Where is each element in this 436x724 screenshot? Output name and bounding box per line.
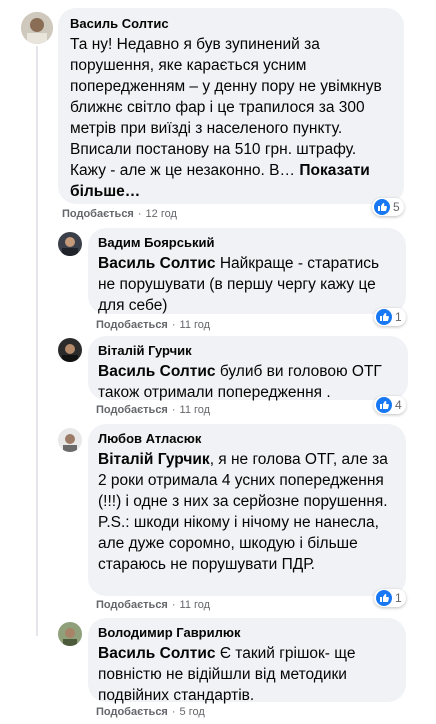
reaction-number: 1	[395, 310, 402, 324]
comment-author[interactable]: Василь Солтис	[70, 16, 392, 31]
comment-actions: Подобається · 11 год	[96, 319, 211, 331]
timestamp[interactable]: 11 год	[180, 319, 211, 331]
comment-text: , я не голова ОТГ, але за 2 роки отримал…	[98, 451, 388, 573]
comment-4: Любов Атласюк Віталій Гурчик, я не голов…	[0, 424, 436, 616]
comment-3: Віталій Гурчик Василь Солтис булиб ви го…	[0, 336, 436, 420]
avatar[interactable]	[58, 428, 82, 452]
comment-2: Вадим Боярський Василь Солтис Найкраще -…	[0, 228, 436, 336]
comment-1: Василь Солтис Та ну! Недавно я був зупин…	[0, 0, 436, 230]
comment-actions: Подобається · 12 год	[62, 208, 177, 220]
reaction-number: 5	[393, 200, 400, 214]
comment-bubble: Вадим Боярський Василь Солтис Найкраще -…	[88, 228, 406, 314]
comment-bubble: Любов Атласюк Віталій Гурчик, я не голов…	[88, 424, 406, 596]
comment-5: Володимир Гаврилюк Василь Солтис Є такий…	[0, 618, 436, 724]
comment-bubble: Володимир Гаврилюк Василь Солтис Є такий…	[88, 618, 406, 704]
comment-actions: Подобається · 5 год	[96, 706, 205, 718]
reaction-count[interactable]: 5	[372, 198, 404, 216]
like-button[interactable]: Подобається	[96, 599, 168, 611]
like-icon	[376, 309, 392, 325]
mention-link[interactable]: Василь Солтис	[98, 645, 216, 662]
like-button[interactable]: Подобається	[96, 404, 168, 416]
timestamp[interactable]: 5 год	[180, 706, 205, 718]
comment-text: Та ну! Недавно я був зупинений за поруше…	[70, 36, 386, 179]
timestamp[interactable]: 11 год	[180, 404, 211, 416]
comment-author[interactable]: Віталій Гурчик	[98, 343, 398, 358]
comment-author[interactable]: Володимир Гаврилюк	[98, 625, 396, 640]
mention-link[interactable]: Віталій Гурчик	[98, 451, 210, 468]
comment-actions: Подобається · 11 год	[96, 404, 211, 416]
avatar[interactable]	[58, 232, 82, 256]
mention-link[interactable]: Василь Солтис	[98, 255, 216, 272]
timestamp[interactable]: 11 год	[180, 599, 211, 611]
comment-actions: Подобається · 11 год	[96, 599, 211, 611]
like-button[interactable]: Подобається	[96, 706, 168, 718]
comment-bubble: Віталій Гурчик Василь Солтис булиб ви го…	[88, 336, 408, 401]
reaction-count[interactable]: 1	[374, 308, 406, 326]
like-icon	[376, 397, 392, 413]
reaction-number: 4	[395, 398, 402, 412]
like-button[interactable]: Подобається	[96, 319, 168, 331]
reaction-count[interactable]: 4	[374, 396, 406, 414]
avatar[interactable]	[58, 622, 82, 646]
mention-link[interactable]: Василь Солтис	[98, 363, 216, 380]
like-button[interactable]: Подобається	[62, 208, 134, 220]
timestamp[interactable]: 12 год	[146, 208, 177, 220]
like-icon	[374, 199, 390, 215]
like-icon	[376, 590, 392, 606]
avatar[interactable]	[21, 12, 53, 44]
comment-bubble: Василь Солтис Та ну! Недавно я був зупин…	[58, 8, 404, 204]
comment-author[interactable]: Любов Атласюк	[98, 431, 396, 446]
reaction-count[interactable]: 1	[374, 589, 406, 607]
reaction-number: 1	[395, 591, 402, 605]
avatar[interactable]	[58, 338, 82, 362]
comment-author[interactable]: Вадим Боярський	[98, 235, 396, 250]
